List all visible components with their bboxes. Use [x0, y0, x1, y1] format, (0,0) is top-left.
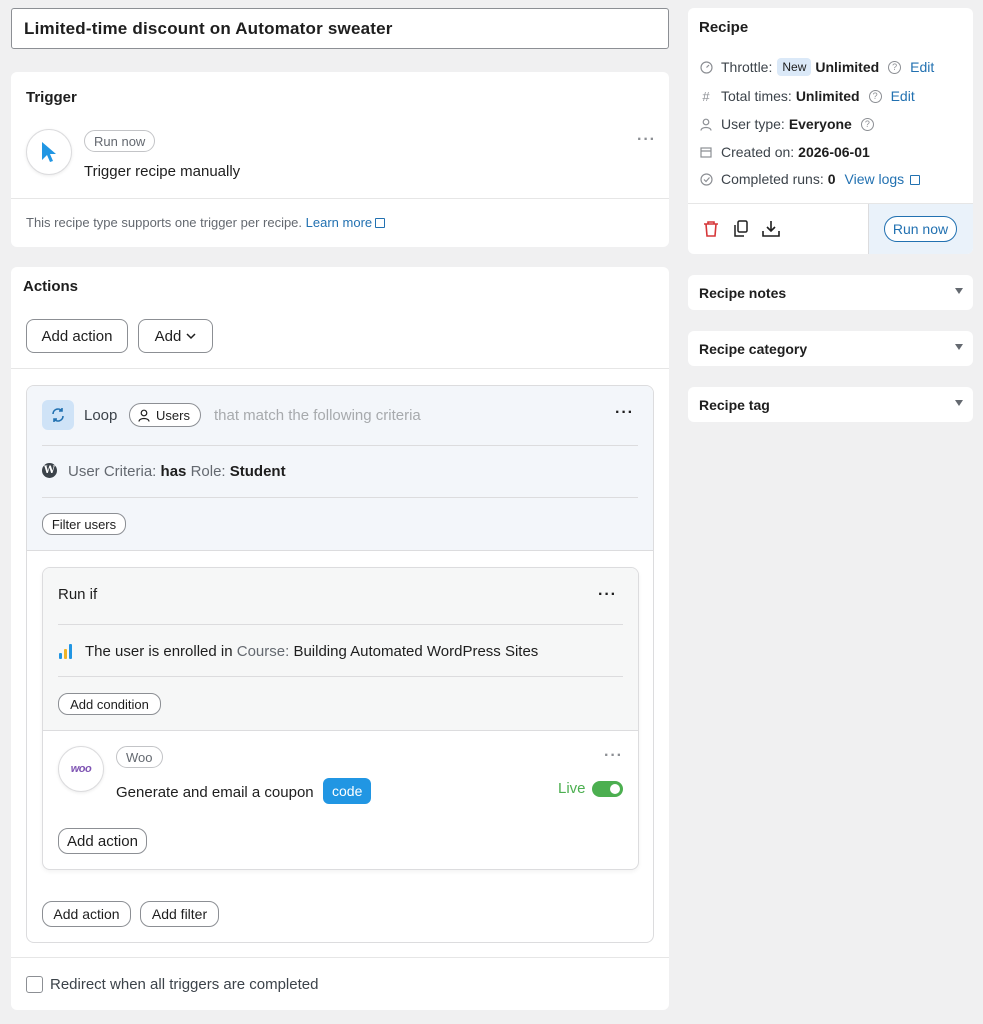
actions-divider	[11, 368, 669, 369]
run-now-pill: Run now	[84, 130, 156, 152]
throttle-row: Throttle: New Unlimited ? Edit	[699, 58, 934, 76]
run-if-more-icon[interactable]: ···	[598, 586, 617, 604]
trigger-divider	[11, 198, 669, 199]
completed-runs-row: Completed runs: 0 View logs	[699, 171, 921, 187]
redirect-divider	[11, 957, 669, 958]
caret-down-icon	[955, 344, 963, 350]
wordpress-icon: W	[42, 463, 57, 478]
actions-panel: Actions Add action Add Loop Users that m…	[11, 267, 669, 1010]
run-if-divider-2	[58, 676, 623, 677]
run-if-block: Run if ··· The user is enrolled in Cours…	[42, 567, 639, 870]
trigger-sentence: Trigger recipe manually	[84, 163, 241, 180]
external-link-icon	[375, 218, 386, 228]
woo-icon: woo	[58, 746, 104, 792]
user-icon	[699, 117, 713, 131]
filter-users-button[interactable]: Filter users	[42, 513, 126, 535]
help-icon[interactable]: ?	[888, 60, 902, 74]
calendar-icon	[699, 145, 713, 159]
trigger-note-text: This recipe type supports one trigger pe…	[26, 215, 303, 230]
external-link-icon	[910, 175, 921, 185]
code-token-badge[interactable]: code	[323, 778, 372, 804]
loop-divider-2	[42, 497, 638, 498]
trigger-more-icon[interactable]: ···	[637, 131, 656, 149]
recipe-tag-accordion[interactable]: Recipe tag	[688, 387, 973, 422]
recipe-category-label: Recipe category	[699, 341, 808, 357]
caret-down-icon	[955, 400, 963, 406]
loop-block: Loop Users that match the following crit…	[26, 385, 654, 943]
woo-pill: Woo	[116, 746, 163, 768]
add-dropdown-button[interactable]: Add	[138, 319, 213, 353]
chevron-down-icon	[186, 332, 196, 339]
add-condition-button[interactable]: Add condition	[58, 693, 161, 715]
hash-icon: #	[702, 88, 710, 104]
throttle-edit-link[interactable]: Edit	[910, 59, 934, 75]
loop-label: Loop	[84, 407, 118, 424]
trigger-panel: Trigger Run now ··· Trigger recipe manua…	[11, 72, 669, 247]
created-row: Created on: 2026-06-01	[699, 144, 870, 160]
recipe-tag-label: Recipe tag	[699, 397, 770, 413]
learn-more-link[interactable]: Learn more	[306, 215, 386, 230]
total-edit-link[interactable]: Edit	[891, 88, 915, 104]
recipe-notes-label: Recipe notes	[699, 285, 787, 301]
user-type-row: User type: Everyone ?	[699, 116, 874, 132]
check-circle-icon	[699, 172, 713, 186]
download-icon[interactable]	[761, 219, 781, 239]
loop-criteria-text: that match the following criteria	[214, 407, 421, 424]
add-filter-button[interactable]: Add filter	[140, 901, 219, 927]
recipe-notes-accordion[interactable]: Recipe notes	[688, 275, 973, 310]
actions-heading: Actions	[23, 278, 79, 295]
gauge-icon	[699, 60, 713, 74]
redirect-label: Redirect when all triggers are completed	[50, 976, 319, 993]
trash-icon[interactable]	[701, 219, 721, 239]
user-icon	[138, 409, 150, 422]
learndash-icon	[59, 644, 74, 659]
users-pill[interactable]: Users	[129, 403, 201, 427]
recipe-category-accordion[interactable]: Recipe category	[688, 331, 973, 366]
view-logs-link[interactable]: View logs	[845, 171, 921, 187]
run-if-label: Run if	[58, 586, 98, 603]
loop-divider	[42, 445, 638, 446]
total-times-row: # Total times: Unlimited ? Edit	[699, 88, 915, 104]
loop-add-action-button[interactable]: Add action	[42, 901, 131, 927]
cursor-icon	[26, 129, 72, 175]
action-more-icon[interactable]: ···	[604, 747, 623, 765]
run-now-button[interactable]: Run now	[884, 216, 957, 242]
recipe-footer: Run now	[688, 203, 973, 254]
action-sentence: Generate and email a coupon	[116, 784, 314, 801]
loop-icon	[42, 400, 74, 430]
recipe-title-input[interactable]: Limited-time discount on Automator sweat…	[11, 8, 669, 49]
recipe-heading: Recipe	[699, 19, 749, 36]
trigger-heading: Trigger	[26, 89, 77, 106]
add-action-button[interactable]: Add action	[26, 319, 128, 353]
live-toggle[interactable]	[592, 781, 623, 797]
new-badge: New	[777, 58, 812, 76]
help-icon[interactable]: ?	[860, 117, 874, 131]
user-criteria: User Criteria: has Role: Student	[68, 463, 286, 480]
redirect-checkbox[interactable]	[26, 976, 43, 993]
recipe-panel: Recipe Throttle: New Unlimited ? Edit # …	[688, 8, 973, 254]
run-if-divider	[58, 624, 623, 625]
trigger-note: This recipe type supports one trigger pe…	[26, 215, 386, 230]
live-status-label: Live	[558, 780, 586, 797]
copy-icon[interactable]	[731, 219, 751, 239]
loop-more-icon[interactable]: ···	[615, 404, 634, 422]
help-icon[interactable]: ?	[868, 89, 882, 103]
caret-down-icon	[955, 288, 963, 294]
run-if-condition: The user is enrolled in Course: Building…	[85, 643, 539, 660]
inner-add-action-button[interactable]: Add action	[58, 828, 147, 854]
